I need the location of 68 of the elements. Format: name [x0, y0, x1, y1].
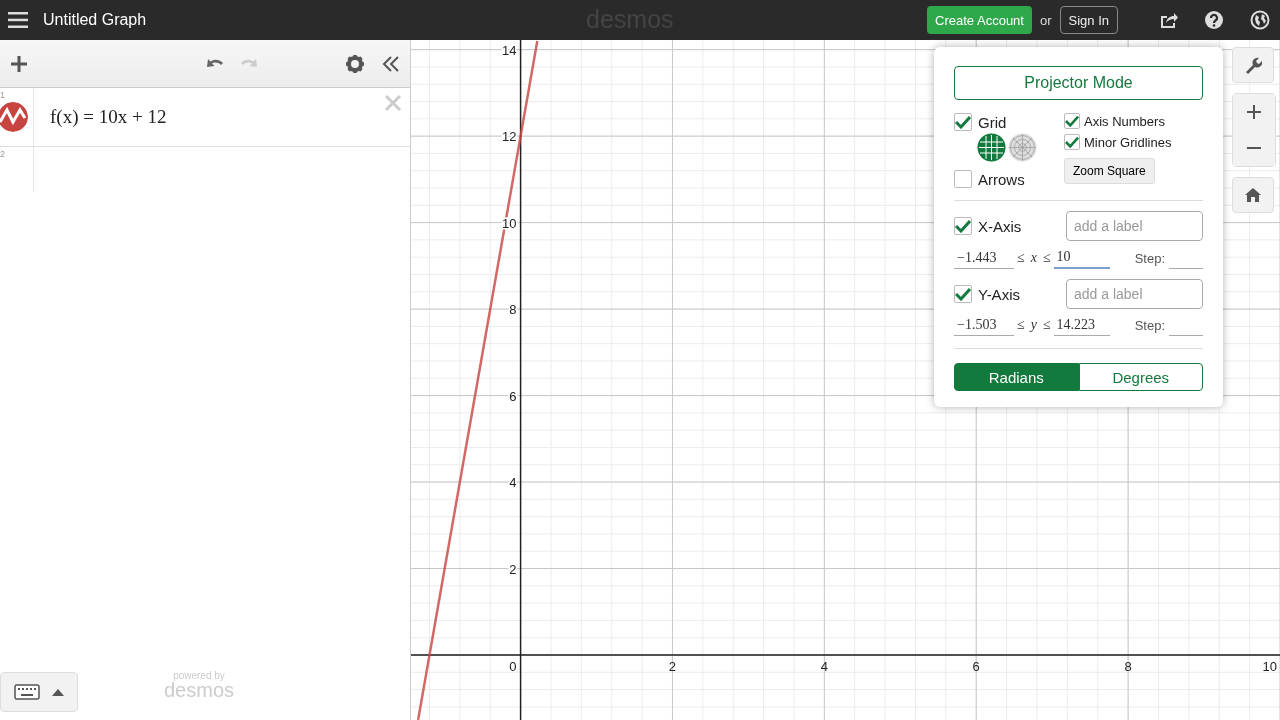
variable-label: x	[1029, 250, 1038, 267]
angle-unit-tab[interactable]: Degrees	[1078, 363, 1203, 391]
checkbox[interactable]	[954, 285, 972, 303]
max-field[interactable]: 14.223	[1053, 317, 1110, 336]
checkbox-label: X-Axis	[978, 217, 1022, 235]
y-tick-label: 12	[502, 129, 517, 145]
min-field[interactable]: −1.443	[954, 250, 1014, 269]
graph-color-icon[interactable]	[0, 102, 28, 132]
checkbox-label: Minor Gridlines	[1084, 134, 1172, 150]
step-label: Step:	[1134, 318, 1165, 335]
min-field[interactable]: −1.503	[954, 317, 1014, 336]
help-icon[interactable]	[1204, 10, 1224, 30]
y-tick-label: 2	[509, 561, 517, 577]
x-tick-label: 4	[820, 659, 828, 674]
axis-label-field[interactable]: add a label	[1066, 279, 1203, 309]
default-view-button[interactable]	[1232, 177, 1274, 213]
x-tick-label: 6	[972, 659, 980, 674]
minus-icon	[1247, 147, 1261, 149]
line-number: 2	[0, 149, 5, 159]
projector-mode-button[interactable]: Projector Mode	[954, 66, 1203, 100]
globe-icon[interactable]	[1250, 10, 1270, 30]
settings-toggle-button[interactable]	[1232, 47, 1274, 83]
x-tick-label: 2	[668, 659, 677, 674]
y-tick-label: 14	[502, 42, 517, 58]
home-icon	[1245, 188, 1261, 202]
keyboard-icon	[14, 684, 40, 700]
checkbox[interactable]	[954, 170, 972, 188]
checkbox[interactable]	[954, 217, 972, 235]
wrench-icon	[1244, 56, 1262, 74]
zoom-square-button[interactable]: Zoom Square	[1064, 158, 1155, 184]
checkbox-label: Y-Axis	[978, 285, 1020, 303]
y-tick-label: 8	[509, 302, 517, 318]
plus-icon	[1247, 105, 1261, 119]
checkbox-label: Arrows	[978, 170, 1025, 188]
check-icon	[1065, 114, 1079, 128]
variable-label: y	[1028, 317, 1038, 334]
angle-unit-tab[interactable]: Radians	[954, 363, 1079, 391]
sign-in-button[interactable]: Sign In	[1059, 6, 1118, 34]
check-icon	[955, 115, 971, 129]
expression-input[interactable]: f(x) = 10x + 12	[34, 88, 384, 146]
menu-icon[interactable]	[8, 12, 28, 28]
caret-icon	[52, 688, 64, 696]
axis-label-field[interactable]: add a label	[1066, 211, 1203, 241]
checkbox[interactable]	[1064, 113, 1080, 129]
inequality-sign: ≤	[1016, 317, 1026, 334]
step-label: Step:	[1134, 251, 1165, 268]
max-field[interactable]: 10	[1053, 249, 1110, 269]
x-tick-label: 8	[1124, 659, 1132, 674]
checkbox-label: Grid	[978, 113, 1007, 131]
x-tick-label: 10	[1262, 659, 1277, 674]
checkbox[interactable]	[954, 113, 972, 131]
line-number: 1	[0, 90, 5, 100]
checkbox[interactable]	[1064, 134, 1080, 150]
check-icon	[955, 219, 971, 233]
checkbox-label: Axis Numbers	[1084, 113, 1165, 129]
check-icon	[955, 287, 971, 301]
inequality-sign: ≤	[1041, 317, 1052, 334]
keyboard-button[interactable]	[0, 672, 78, 712]
graph-title: Untitled Graph	[43, 11, 147, 29]
or-label: or	[1039, 12, 1052, 28]
y-tick-label: 4	[509, 475, 517, 491]
inequality-sign: ≤	[1041, 250, 1052, 267]
check-icon	[1065, 135, 1079, 149]
inequality-sign: ≤	[1016, 250, 1026, 267]
x-tick-label: 0	[509, 659, 517, 674]
settings-icon[interactable]	[344, 52, 366, 75]
y-tick-label: 6	[509, 388, 517, 404]
cartesian-grid-icon[interactable]	[977, 133, 1006, 162]
